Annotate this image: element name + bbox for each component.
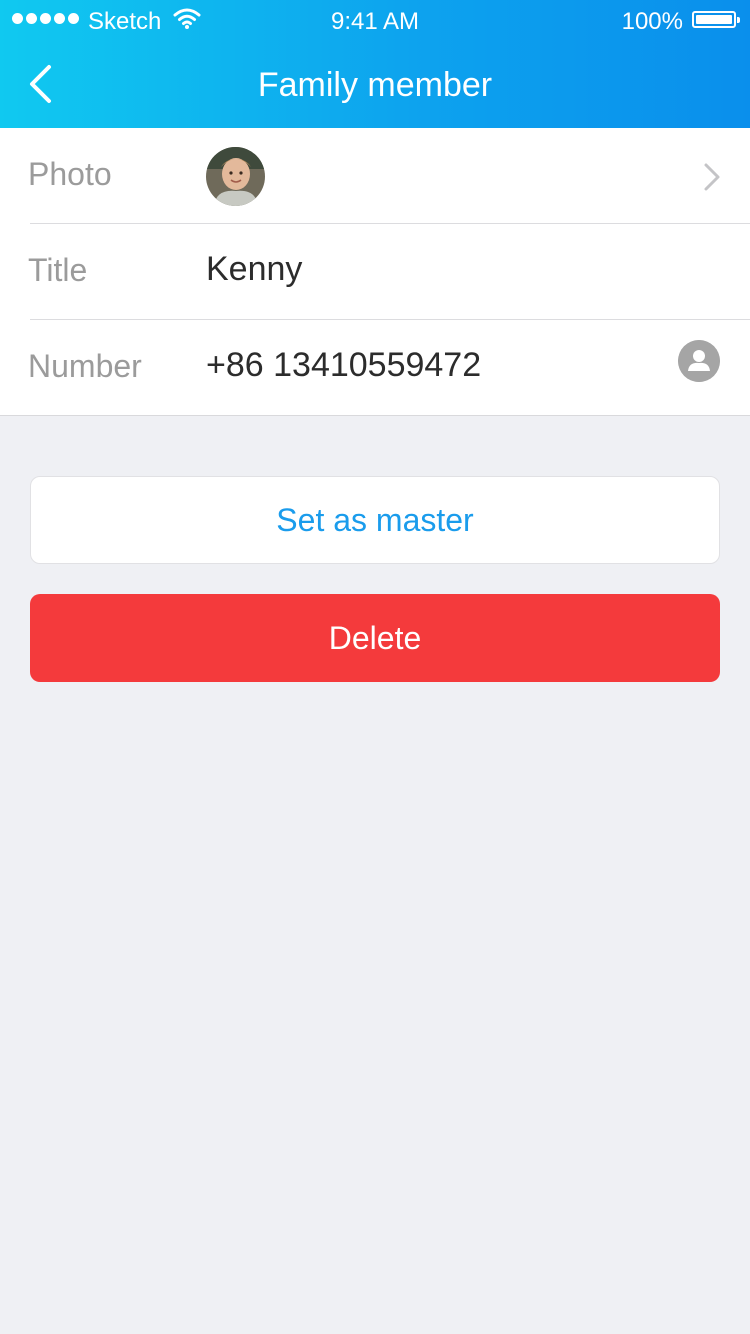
number-row[interactable]: Number +86 13410559472 [0,320,750,415]
battery-icon [692,11,740,28]
number-value[interactable]: +86 13410559472 [206,346,481,385]
status-bar: Sketch 9:41 AM 100% [0,0,750,40]
delete-button[interactable]: Delete [30,594,720,682]
set-as-master-button[interactable]: Set as master [30,476,720,564]
member-details-card: Photo Title Kenny Number +86 13410559472 [0,128,750,416]
title-row[interactable]: Title Kenny [0,224,750,319]
page-title: Family member [257,66,493,104]
contact-person-icon[interactable] [678,340,720,382]
photo-label: Photo [28,156,112,192]
number-label: Number [28,348,142,384]
photo-row[interactable]: Photo [0,128,750,223]
avatar[interactable] [206,147,265,206]
battery-percent: 100% [621,8,683,35]
title-value[interactable]: Kenny [206,250,302,289]
title-label: Title [28,252,88,288]
chevron-right-icon [704,163,720,191]
header: Sketch 9:41 AM 100% Family member [0,0,750,128]
